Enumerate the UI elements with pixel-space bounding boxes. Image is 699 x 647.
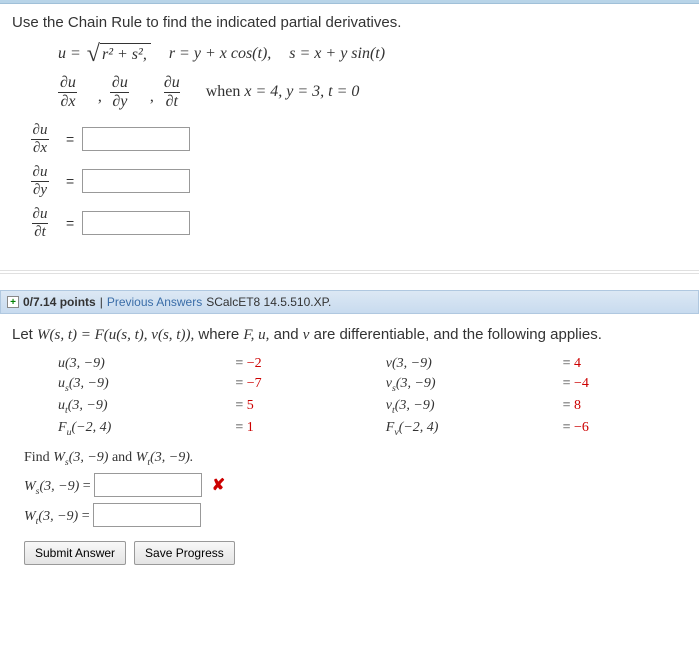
fv24: Fv(−2, 4) [386, 420, 537, 438]
incorrect-icon: ✘ [212, 477, 225, 494]
input-duy[interactable] [82, 169, 190, 193]
expand-icon[interactable]: + [7, 296, 19, 308]
us39: us(3, −9) [58, 376, 209, 394]
when-values: x = 4, y = 3, t = 0 [244, 83, 359, 100]
fu24: Fu(−2, 4) [58, 420, 209, 438]
vs39: vs(3, −9) [386, 376, 537, 394]
v39: v(3, −9) [386, 356, 537, 372]
q2-find: Find Ws(3, −9) and Wt(3, −9). Ws(3, −9) … [24, 450, 687, 528]
find-prompt: Find Ws(3, −9) and Wt(3, −9). [24, 450, 687, 468]
q1-definitions: u = √ r² + s², r = y + x cos(t), s = x +… [58, 43, 687, 110]
question-2-header: + 0/7.14 points | Previous Answers SCalc… [0, 290, 699, 314]
q2-given-values: u(3, −9) = −2 v(3, −9) = 4 us(3, −9) = −… [58, 356, 687, 437]
button-row: Submit Answer Save Progress [24, 541, 687, 565]
q1-answers: ∂u ∂x = ∂u ∂y = ∂u ∂t = [22, 122, 687, 240]
question-2: Let W(s, t) = F(u(s, t), v(s, t)), where… [0, 314, 699, 583]
ut39: ut(3, −9) [58, 398, 209, 416]
partial-ut: ∂u ∂t [162, 74, 182, 110]
partial-ux: ∂u ∂x [58, 74, 78, 110]
book-ref: SCalcET8 14.5.510.XP. [206, 295, 331, 309]
input-ws[interactable] [94, 473, 202, 497]
input-wt[interactable] [93, 503, 201, 527]
submit-button[interactable]: Submit Answer [24, 541, 126, 565]
when-text: when [206, 83, 245, 100]
answer-row-uy: ∂u ∂y = [22, 164, 687, 198]
ws-row: Ws(3, −9) = ✘ [24, 473, 687, 497]
answer-row-ux: ∂u ∂x = [22, 122, 687, 156]
q1-instruction: Use the Chain Rule to find the indicated… [12, 14, 687, 31]
label-dux: ∂u ∂x [22, 122, 58, 156]
wt-row: Wt(3, −9) = [24, 503, 687, 527]
r-eq: r = y + x cos(t), [169, 45, 271, 63]
input-dut[interactable] [82, 211, 190, 235]
answer-row-ut: ∂u ∂t = [22, 206, 687, 240]
sqrt-expr: √ r² + s², [87, 43, 151, 64]
points-label: 0/7.14 points [23, 295, 96, 309]
previous-answers-link[interactable]: Previous Answers [107, 295, 202, 309]
s-eq: s = x + y sin(t) [289, 45, 385, 63]
save-button[interactable]: Save Progress [134, 541, 235, 565]
u39: u(3, −9) [58, 356, 209, 372]
u-eq: u = [58, 45, 81, 63]
question-1: Use the Chain Rule to find the indicated… [0, 4, 699, 266]
partial-uy: ∂u ∂y [110, 74, 130, 110]
question-separator [0, 270, 699, 274]
label-dut: ∂u ∂t [22, 206, 58, 240]
label-duy: ∂u ∂y [22, 164, 58, 198]
q1-def-line2: ∂u ∂x , ∂u ∂y , ∂u ∂t when x = 4, y = 3,… [58, 74, 687, 110]
input-dux[interactable] [82, 127, 190, 151]
vt39: vt(3, −9) [386, 398, 537, 416]
q2-instruction: Let W(s, t) = F(u(s, t), v(s, t)), where… [12, 326, 687, 344]
q1-def-line1: u = √ r² + s², r = y + x cos(t), s = x +… [58, 43, 687, 64]
